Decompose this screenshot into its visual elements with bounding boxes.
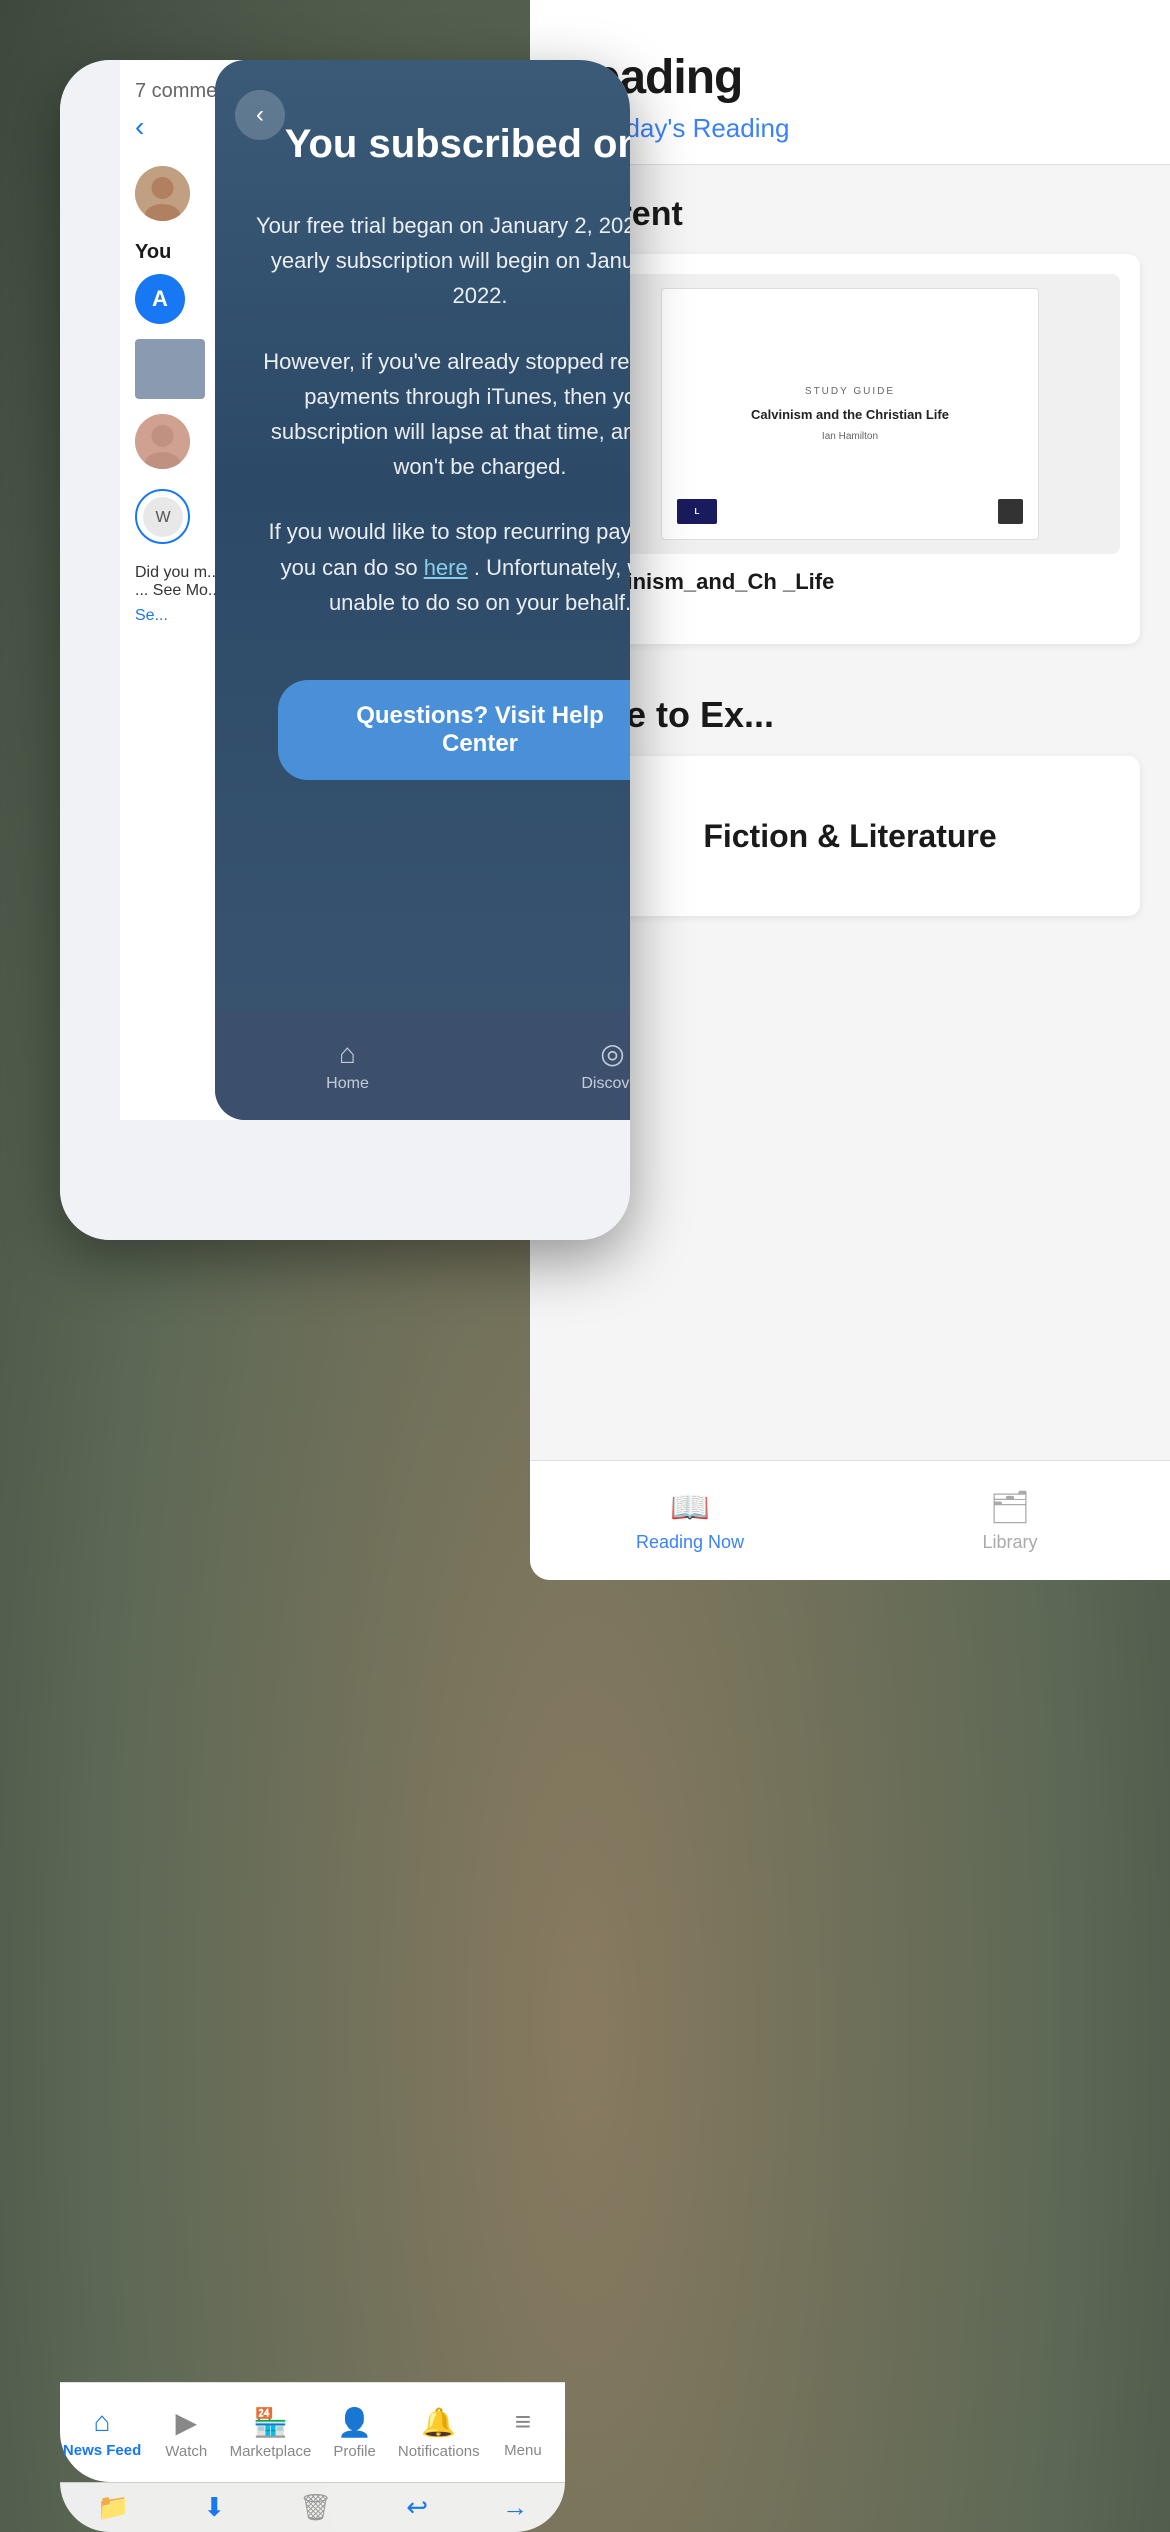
todays-reading-row: Today's Reading: [560, 113, 1140, 144]
publisher-logo-secondary: [998, 499, 1023, 524]
marketplace-label: Marketplace: [230, 2443, 312, 2460]
fb-nav-watch[interactable]: ▶ Watch: [144, 2406, 228, 2460]
group-avatar-img: W: [143, 497, 183, 537]
book-cover-author: Ian Hamilton: [822, 431, 878, 442]
reading-now-icon: 📖: [670, 1488, 710, 1526]
facebook-bottom-nav: ⌂ News Feed ▶ Watch 🏪 Marketplace 👤 Prof…: [60, 2382, 565, 2482]
watch-icon: ▶: [175, 2406, 197, 2439]
fb-group-avatar: W: [135, 489, 190, 544]
svg-text:W: W: [155, 509, 171, 526]
book-study-guide-label: STUDY GUIDE: [805, 386, 895, 397]
message-discover-icon: ◎: [600, 1037, 624, 1070]
profile-label: Profile: [333, 2443, 376, 2460]
message-overlay-card: ‹ You subscribed on... Your free trial b…: [215, 60, 630, 1120]
fb-thumbnail: [135, 339, 205, 399]
ios-download-icon[interactable]: ⬇: [203, 2492, 225, 2523]
profile-avatar-img-2: [135, 414, 190, 469]
notifications-label: Notifications: [398, 2443, 480, 2460]
back-icon[interactable]: ‹: [135, 111, 144, 142]
current-section-title: Current: [560, 195, 1140, 234]
message-discover-tab[interactable]: ◎ Discover: [480, 1037, 630, 1093]
fb-avatar-a: A: [135, 274, 185, 324]
ios-reply-icon[interactable]: ↩: [406, 2492, 428, 2523]
fb-see-more-link[interactable]: Se...: [135, 607, 168, 624]
fb-you-label: You: [135, 241, 171, 263]
book-card[interactable]: STUDY GUIDE Calvinism and the Christian …: [560, 254, 1140, 644]
message-bottom-tabs: ⌂ Home ◎ Discover: [215, 1010, 630, 1120]
book-cover-publisher: L: [662, 499, 1038, 524]
book-filename: Calvinism_and_Ch _Life: [580, 569, 1120, 595]
publisher-logo-main: L: [677, 499, 717, 524]
genre-title: Fiction & Literature: [703, 817, 996, 855]
message-body-2: However, if you've already stopped recur…: [255, 344, 630, 485]
message-home-tab[interactable]: ⌂ Home: [215, 1038, 480, 1093]
ios-folder-icon[interactable]: 📁: [97, 2492, 129, 2523]
library-label: Library: [982, 1532, 1037, 1553]
profile-avatar-img: [135, 166, 190, 221]
reading-now-tab[interactable]: 📖 Reading Now: [530, 1488, 850, 1553]
fb-nav-marketplace[interactable]: 🏪 Marketplace: [228, 2406, 312, 2460]
message-discover-label: Discover: [581, 1075, 630, 1093]
ios-forward-icon[interactable]: →: [502, 2492, 528, 2523]
news-feed-label: News Feed: [63, 2442, 141, 2459]
message-content-area: You subscribed on... Your free trial beg…: [215, 60, 630, 1120]
fb-nav-notifications[interactable]: 🔔 Notifications: [397, 2406, 481, 2460]
library-icon: 🗂: [990, 1488, 1031, 1526]
message-back-button[interactable]: ‹: [235, 90, 285, 140]
book-cover: STUDY GUIDE Calvinism and the Christian …: [580, 274, 1120, 554]
fb-nav-news-feed[interactable]: ⌂ News Feed: [60, 2406, 144, 2459]
here-link[interactable]: here: [424, 555, 468, 580]
ios-delete-icon[interactable]: 🗑: [299, 2492, 332, 2523]
reading-now-label: Reading Now: [636, 1532, 744, 1553]
book-cover-title: Calvinism and the Christian Life: [751, 407, 949, 424]
profile-icon: 👤: [337, 2406, 372, 2439]
reading-panel-title: Reading: [560, 50, 1140, 105]
message-home-icon: ⌂: [339, 1038, 356, 1070]
fiction-literature-card[interactable]: Fiction & Literature: [560, 756, 1140, 916]
message-body-3: If you would like to stop recurring paym…: [255, 514, 630, 620]
menu-icon: ≡: [515, 2406, 531, 2438]
fb-profile-avatar-2: [135, 414, 190, 469]
watch-label: Watch: [165, 2443, 207, 2460]
message-title: You subscribed on...: [285, 120, 630, 168]
menu-label: Menu: [504, 2442, 542, 2459]
fb-nav-menu[interactable]: ≡ Menu: [481, 2406, 565, 2459]
marketplace-icon: 🏪: [253, 2406, 288, 2439]
news-feed-icon: ⌂: [94, 2406, 111, 2438]
facebook-content: 7 comme... ‹ You A: [60, 60, 630, 1240]
reading-tab-bar: 📖 Reading Now 🗂 Library: [530, 1460, 1170, 1580]
fb-profile-avatar: [135, 166, 190, 221]
phone-frame: 7 comme... ‹ You A: [60, 60, 630, 1240]
back-chevron-icon: ‹: [256, 101, 264, 129]
book-progress: 8%: [580, 601, 1120, 624]
notifications-icon: 🔔: [421, 2406, 456, 2439]
book-cover-inner: STUDY GUIDE Calvinism and the Christian …: [661, 288, 1039, 540]
fb-nav-profile[interactable]: 👤 Profile: [313, 2406, 397, 2460]
message-home-label: Home: [326, 1075, 369, 1093]
message-body-1: Your free trial began on January 2, 2022…: [255, 208, 630, 314]
help-center-button[interactable]: Questions? Visit Help Center: [278, 680, 631, 780]
more-section-title: More to Ex...: [560, 694, 1140, 736]
library-tab[interactable]: 🗂 Library: [850, 1488, 1170, 1553]
ios-bottom-toolbar: 📁 ⬇ 🗑 ↩ →: [60, 2482, 565, 2532]
